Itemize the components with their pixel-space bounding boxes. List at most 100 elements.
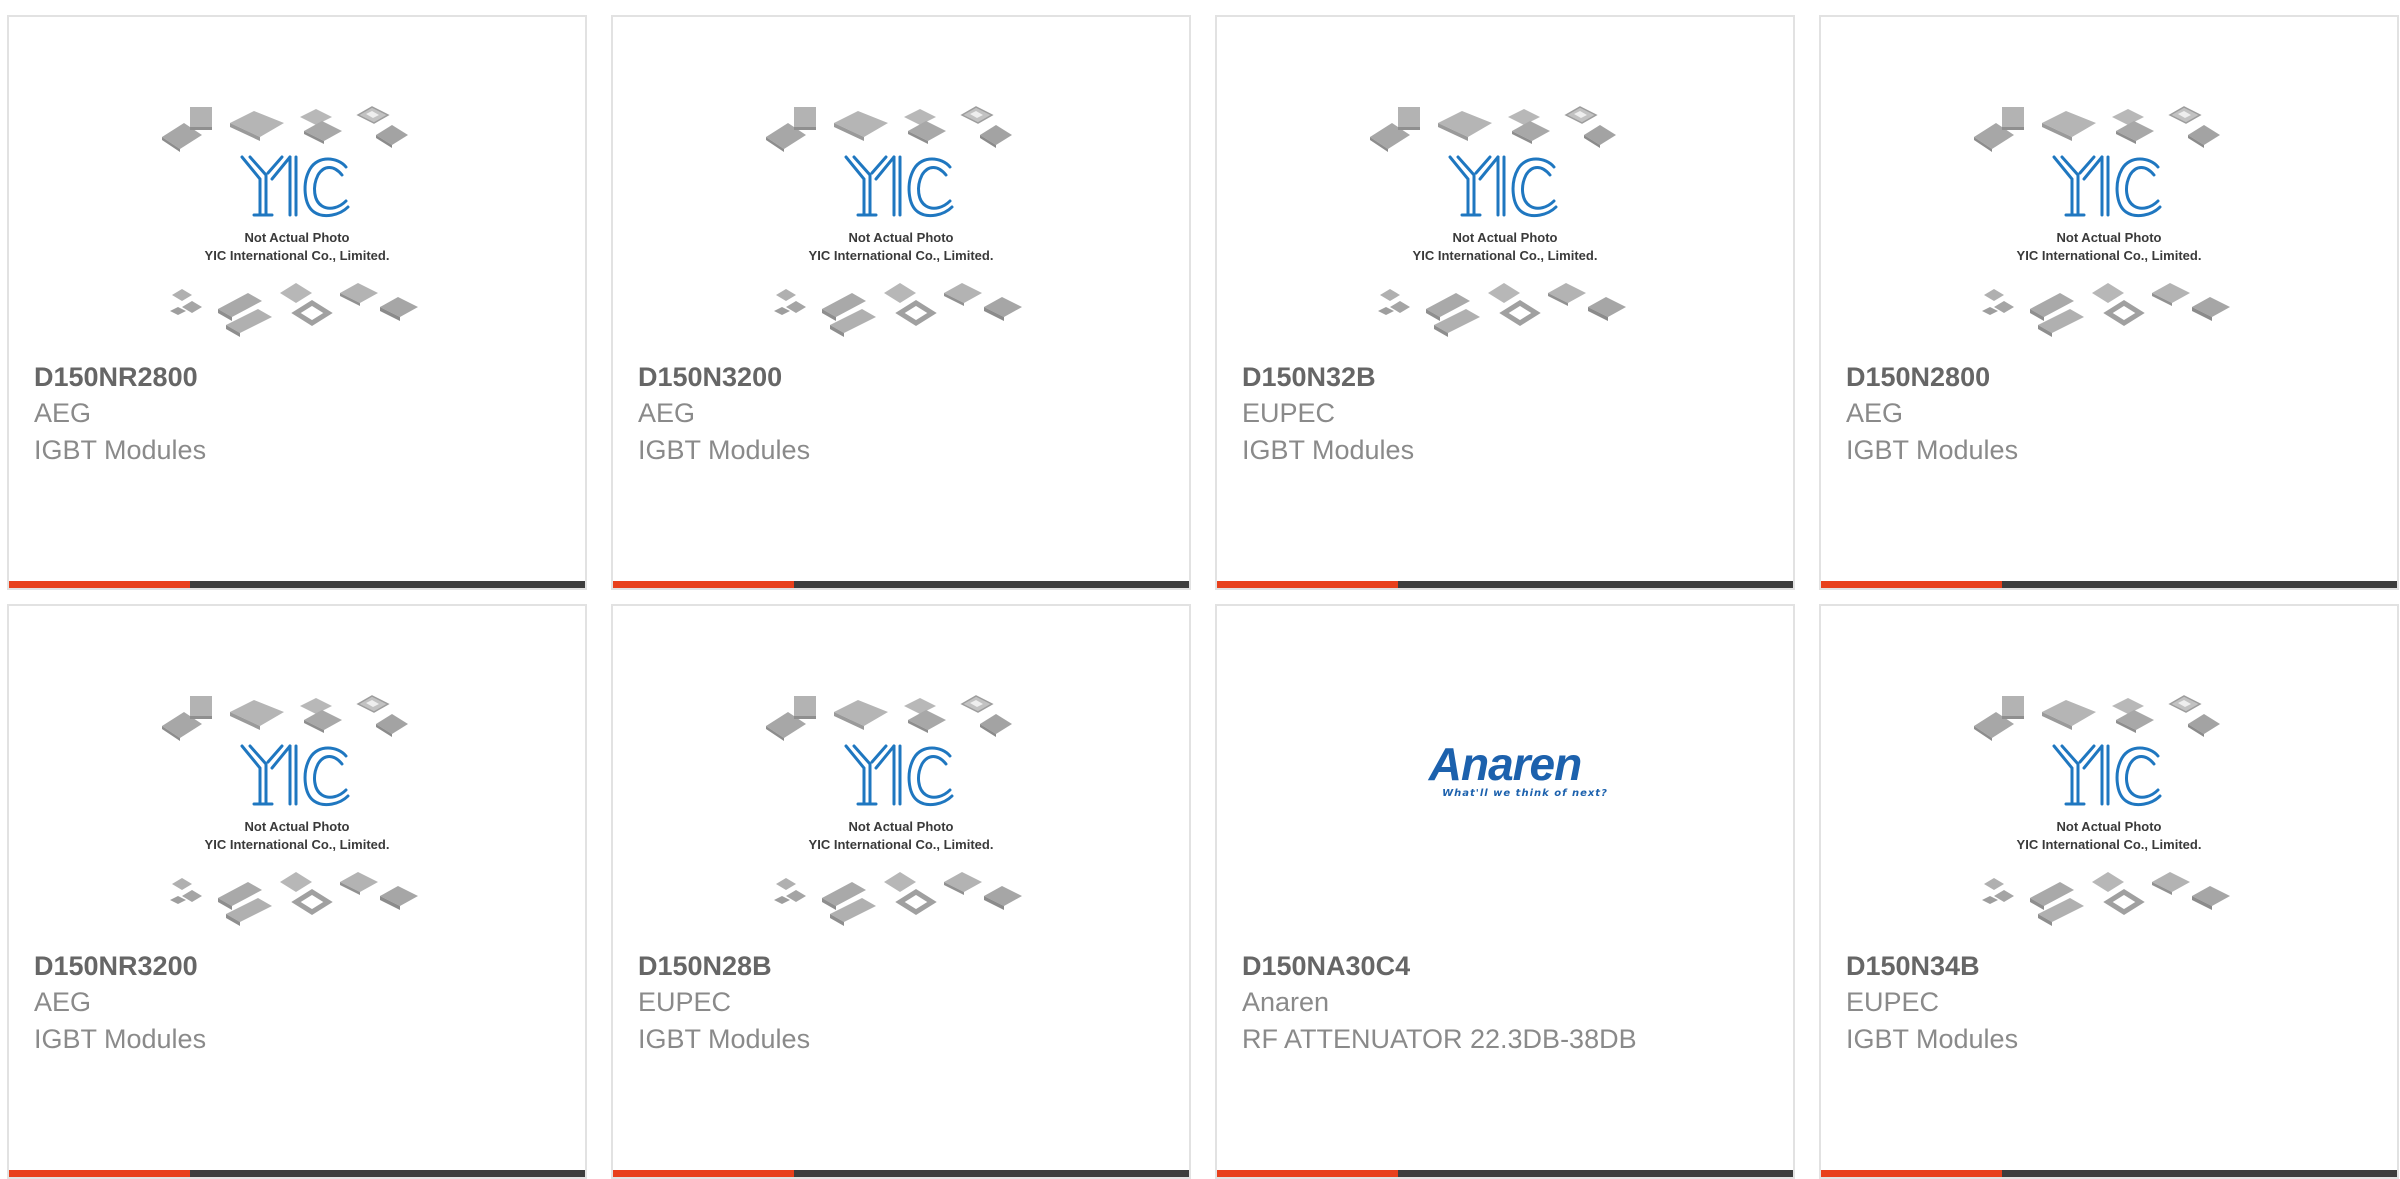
product-card-3[interactable]: Not Actual Photo YIC International Co., … — [1215, 15, 1795, 590]
product-image[interactable]: Not Actual Photo YIC International Co., … — [1821, 686, 2397, 956]
part-number[interactable]: D150N3200 — [638, 360, 1169, 395]
card-accent-bar — [1217, 581, 1793, 588]
accent-segment — [613, 1170, 794, 1177]
category: IGBT Modules — [1242, 435, 1415, 465]
placeholder-text-line2: YIC International Co., Limited. — [809, 837, 994, 852]
card-accent-bar — [1217, 1170, 1793, 1177]
placeholder-text-line2: YIC International Co., Limited. — [2017, 837, 2202, 852]
card-accent-bar — [1821, 1170, 2397, 1177]
card-accent-bar — [9, 581, 585, 588]
anaren-logo-word: Anaren — [1428, 738, 1582, 790]
part-number[interactable]: D150NR2800 — [34, 360, 565, 395]
category: IGBT Modules — [638, 1024, 811, 1054]
placeholder-text-line1: Not Actual Photo — [849, 230, 954, 245]
yic-logo — [844, 744, 954, 807]
yic-logo — [844, 155, 954, 218]
bar-segment — [794, 1170, 1189, 1177]
category: RF ATTENUATOR 22.3DB-38DB — [1242, 1024, 1637, 1054]
accent-segment — [1217, 581, 1398, 588]
manufacturer: AEG — [1846, 398, 1904, 428]
product-card-2[interactable]: Not Actual Photo YIC International Co., … — [611, 15, 1191, 590]
bar-segment — [1398, 581, 1793, 588]
placeholder-text-line1: Not Actual Photo — [1453, 230, 1558, 245]
yic-logo — [2052, 744, 2162, 807]
manufacturer: AEG — [34, 398, 92, 428]
bar-segment — [794, 581, 1189, 588]
category: IGBT Modules — [34, 1024, 207, 1054]
part-number[interactable]: D150N34B — [1846, 949, 2377, 984]
placeholder-text-line1: Not Actual Photo — [849, 819, 954, 834]
yic-logo — [240, 744, 350, 807]
yic-placeholder-image: Not Actual Photo YIC International Co., … — [162, 106, 418, 337]
placeholder-text-line1: Not Actual Photo — [2057, 819, 2162, 834]
product-image[interactable]: Not Actual Photo YIC International Co., … — [1821, 97, 2397, 367]
part-number[interactable]: D150NA30C4 — [1242, 949, 1773, 984]
manufacturer: EUPEC — [638, 987, 732, 1017]
product-info: D150N28B EUPEC IGBT Modules — [638, 949, 1169, 1058]
placeholder-text-line2: YIC International Co., Limited. — [2017, 248, 2202, 263]
yic-placeholder-image: Not Actual Photo YIC International Co., … — [1370, 106, 1626, 337]
accent-segment — [613, 581, 794, 588]
placeholder-text-line2: YIC International Co., Limited. — [205, 837, 390, 852]
manufacturer: Anaren — [1242, 987, 1330, 1017]
product-card-8[interactable]: Not Actual Photo YIC International Co., … — [1819, 604, 2399, 1179]
product-info: D150NR2800 AEG IGBT Modules — [34, 360, 565, 469]
product-card-1[interactable]: Not Actual Photo YIC International Co., … — [7, 15, 587, 590]
bar-segment — [2002, 1170, 2397, 1177]
placeholder-text-line1: Not Actual Photo — [245, 819, 350, 834]
product-image[interactable]: Not Actual Photo YIC International Co., … — [613, 97, 1189, 367]
product-info: D150N3200 AEG IGBT Modules — [638, 360, 1169, 469]
product-info: D150NA30C4 Anaren RF ATTENUATOR 22.3DB-3… — [1242, 949, 1773, 1058]
category: IGBT Modules — [638, 435, 811, 465]
product-info: D150NR3200 AEG IGBT Modules — [34, 949, 565, 1058]
product-image[interactable]: Not Actual Photo YIC International Co., … — [9, 97, 585, 367]
bar-segment — [1398, 1170, 1793, 1177]
category: IGBT Modules — [1846, 1024, 2019, 1054]
card-accent-bar — [613, 581, 1189, 588]
part-number[interactable]: D150N32B — [1242, 360, 1773, 395]
yic-placeholder-image: Not Actual Photo YIC International Co., … — [766, 695, 1022, 926]
placeholder-text-line2: YIC International Co., Limited. — [809, 248, 994, 263]
product-card-5[interactable]: Not Actual Photo YIC International Co., … — [7, 604, 587, 1179]
yic-logo — [1448, 155, 1558, 218]
card-accent-bar — [1821, 581, 2397, 588]
product-grid: Not Actual Photo YIC International Co., … — [7, 15, 2399, 1179]
accent-segment — [1217, 1170, 1398, 1177]
yic-placeholder-image: Not Actual Photo YIC International Co., … — [766, 106, 1022, 337]
bar-segment — [190, 1170, 585, 1177]
part-number[interactable]: D150NR3200 — [34, 949, 565, 984]
part-number[interactable]: D150N2800 — [1846, 360, 2377, 395]
manufacturer: AEG — [34, 987, 92, 1017]
accent-segment — [9, 581, 190, 588]
accent-segment — [1821, 581, 2002, 588]
manufacturer: AEG — [638, 398, 696, 428]
product-info: D150N32B EUPEC IGBT Modules — [1242, 360, 1773, 469]
product-image[interactable]: Not Actual Photo YIC International Co., … — [1217, 97, 1793, 367]
bar-segment — [2002, 581, 2397, 588]
placeholder-text-line1: Not Actual Photo — [245, 230, 350, 245]
product-info: D150N2800 AEG IGBT Modules — [1846, 360, 2377, 469]
product-image[interactable]: Not Actual Photo YIC International Co., … — [613, 686, 1189, 956]
anaren-logo[interactable]: Anaren What'll we think of next? — [1217, 741, 1793, 799]
product-card-6[interactable]: Not Actual Photo YIC International Co., … — [611, 604, 1191, 1179]
placeholder-text-line2: YIC International Co., Limited. — [205, 248, 390, 263]
yic-logo — [240, 155, 350, 218]
product-image[interactable]: Not Actual Photo YIC International Co., … — [9, 686, 585, 956]
part-number[interactable]: D150N28B — [638, 949, 1169, 984]
card-accent-bar — [9, 1170, 585, 1177]
yic-logo — [2052, 155, 2162, 218]
yic-placeholder-image: Not Actual Photo YIC International Co., … — [162, 695, 418, 926]
product-info: D150N34B EUPEC IGBT Modules — [1846, 949, 2377, 1058]
placeholder-text-line2: YIC International Co., Limited. — [1413, 248, 1598, 263]
product-card-4[interactable]: Not Actual Photo YIC International Co., … — [1819, 15, 2399, 590]
manufacturer: EUPEC — [1846, 987, 1940, 1017]
yic-placeholder-image: Not Actual Photo YIC International Co., … — [1974, 695, 2230, 926]
card-accent-bar — [613, 1170, 1189, 1177]
category: IGBT Modules — [1846, 435, 2019, 465]
placeholder-text-line1: Not Actual Photo — [2057, 230, 2162, 245]
bar-segment — [190, 581, 585, 588]
accent-segment — [9, 1170, 190, 1177]
manufacturer: EUPEC — [1242, 398, 1336, 428]
accent-segment — [1821, 1170, 2002, 1177]
product-card-7[interactable]: Anaren What'll we think of next? D150NA3… — [1215, 604, 1795, 1179]
